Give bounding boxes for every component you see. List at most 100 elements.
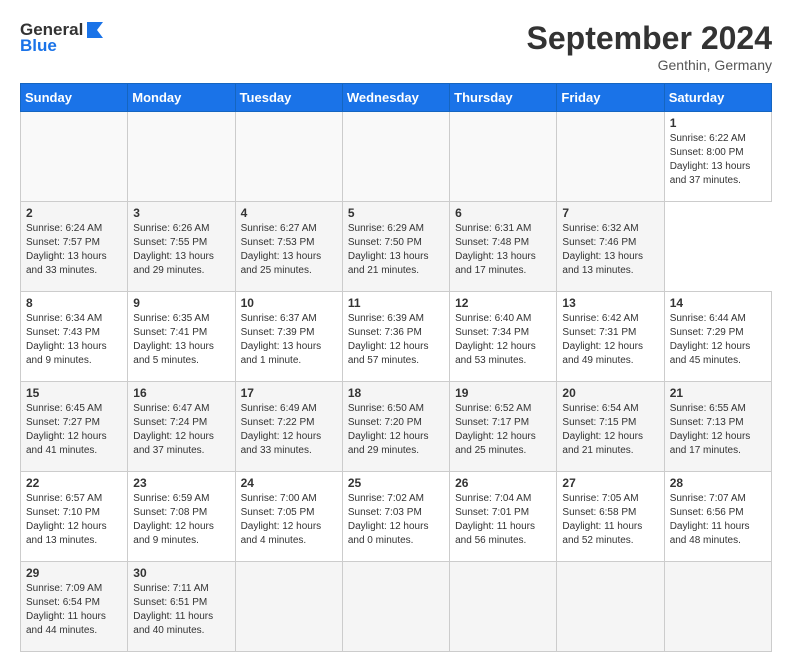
day-cell-15: 15Sunrise: 6:45 AMSunset: 7:27 PMDayligh… — [21, 382, 128, 472]
sunset: Sunset: 7:34 PM — [455, 327, 529, 338]
day-number: 19 — [455, 386, 551, 400]
daylight: Daylight: 12 hours and 49 minutes. — [562, 341, 643, 366]
day-number: 27 — [562, 476, 658, 490]
sunrise: Sunrise: 6:31 AM — [455, 223, 531, 234]
day-cell-16: 16Sunrise: 6:47 AMSunset: 7:24 PMDayligh… — [128, 382, 235, 472]
day-cell-29: 29Sunrise: 7:09 AMSunset: 6:54 PMDayligh… — [21, 562, 128, 652]
daylight: Daylight: 12 hours and 25 minutes. — [455, 431, 536, 456]
sunset: Sunset: 7:36 PM — [348, 327, 422, 338]
day-cell-11: 11Sunrise: 6:39 AMSunset: 7:36 PMDayligh… — [342, 292, 449, 382]
daylight: Daylight: 12 hours and 29 minutes. — [348, 431, 429, 456]
calendar-table: SundayMondayTuesdayWednesdayThursdayFrid… — [20, 83, 772, 652]
day-cell-18: 18Sunrise: 6:50 AMSunset: 7:20 PMDayligh… — [342, 382, 449, 472]
day-cell-1: 1Sunrise: 6:22 AMSunset: 8:00 PMDaylight… — [664, 112, 771, 202]
sunrise: Sunrise: 7:09 AM — [26, 583, 102, 594]
sunrise: Sunrise: 6:37 AM — [241, 313, 317, 324]
day-number: 24 — [241, 476, 337, 490]
daylight: Daylight: 12 hours and 13 minutes. — [26, 521, 107, 546]
sunrise: Sunrise: 6:59 AM — [133, 493, 209, 504]
day-number: 28 — [670, 476, 766, 490]
day-cell-17: 17Sunrise: 6:49 AMSunset: 7:22 PMDayligh… — [235, 382, 342, 472]
daylight: Daylight: 13 hours and 17 minutes. — [455, 251, 536, 276]
day-cell-12: 12 Sunrise: 6:40 AM Sunset: 7:34 PM Dayligh… — [450, 292, 557, 382]
sunrise: Sunrise: 7:11 AM — [133, 583, 208, 594]
day-number: 20 — [562, 386, 658, 400]
daylight: Daylight: 12 hours and 57 minutes. — [348, 341, 429, 366]
empty-cell — [557, 112, 664, 202]
day-cell-2: 2Sunrise: 6:24 AMSunset: 7:57 PMDaylight… — [21, 202, 128, 292]
sunrise: Sunrise: 6:57 AM — [26, 493, 102, 504]
sunrise: Sunrise: 6:32 AM — [562, 223, 638, 234]
day-number: 8 — [26, 296, 122, 310]
sunrise: Sunrise: 6:50 AM — [348, 403, 424, 414]
day-number: 29 — [26, 566, 122, 580]
daylight: Daylight: 13 hours and 29 minutes. — [133, 251, 214, 276]
day-number: 2 — [26, 206, 122, 220]
empty-cell — [342, 112, 449, 202]
sunrise: Sunrise: 7:04 AM — [455, 493, 531, 504]
sunset: Sunset: 7:22 PM — [241, 417, 315, 428]
sunrise: Sunrise: 6:27 AM — [241, 223, 317, 234]
day-number: 12 — [455, 296, 551, 310]
col-header-friday: Friday — [557, 84, 664, 112]
sunset: Sunset: 7:10 PM — [26, 507, 100, 518]
day-number: 13 — [562, 296, 658, 310]
sunset: Sunset: 6:56 PM — [670, 507, 744, 518]
calendar-subtitle: Genthin, Germany — [527, 57, 772, 73]
day-cell-14: 14Sunrise: 6:44 AMSunset: 7:29 PMDayligh… — [664, 292, 771, 382]
sunset: Sunset: 7:03 PM — [348, 507, 422, 518]
sunrise: Sunrise: 6:24 AM — [26, 223, 102, 234]
day-cell-24: 24Sunrise: 7:00 AMSunset: 7:05 PMDayligh… — [235, 472, 342, 562]
logo-flag-icon — [85, 20, 105, 40]
day-number: 7 — [562, 206, 658, 220]
daylight: Daylight: 12 hours and 41 minutes. — [26, 431, 107, 456]
day-cell-3: 3Sunrise: 6:26 AMSunset: 7:55 PMDaylight… — [128, 202, 235, 292]
daylight: Daylight: 11 hours and 44 minutes. — [26, 611, 106, 636]
sunset: Sunset: 7:17 PM — [455, 417, 529, 428]
sunrise: Sunrise: 6:49 AM — [241, 403, 317, 414]
calendar-week-1: 1Sunrise: 6:22 AMSunset: 8:00 PMDaylight… — [21, 112, 772, 202]
day-number: 10 — [241, 296, 337, 310]
sunrise: Sunrise: 7:02 AM — [348, 493, 424, 504]
sunrise: Sunrise: 6:54 AM — [562, 403, 638, 414]
daylight: Daylight: 11 hours and 48 minutes. — [670, 521, 750, 546]
calendar-week-3: 8Sunrise: 6:34 AMSunset: 7:43 PMDaylight… — [21, 292, 772, 382]
empty-cell — [450, 562, 557, 652]
day-number: 4 — [241, 206, 337, 220]
daylight: Daylight: 12 hours and 9 minutes. — [133, 521, 214, 546]
empty-cell — [235, 112, 342, 202]
sunrise: Sunrise: 7:07 AM — [670, 493, 746, 504]
logo: General Blue — [20, 20, 105, 56]
daylight: Daylight: 12 hours and 53 minutes. — [455, 341, 536, 366]
day-number: 15 — [26, 386, 122, 400]
col-header-wednesday: Wednesday — [342, 84, 449, 112]
daylight: Daylight: 11 hours and 40 minutes. — [133, 611, 213, 636]
sunset: Sunset: 7:05 PM — [241, 507, 315, 518]
sunset: Sunset: 7:46 PM — [562, 237, 636, 248]
sunset: Sunset: 7:29 PM — [670, 327, 744, 338]
empty-cell — [450, 112, 557, 202]
daylight: Daylight: 13 hours and 25 minutes. — [241, 251, 322, 276]
col-header-sunday: Sunday — [21, 84, 128, 112]
day-cell-7: 7Sunrise: 6:32 AMSunset: 7:46 PMDaylight… — [557, 202, 664, 292]
calendar-week-4: 15Sunrise: 6:45 AMSunset: 7:27 PMDayligh… — [21, 382, 772, 472]
daylight: Daylight: 13 hours and 9 minutes. — [26, 341, 107, 366]
sunrise: Sunrise: 6:35 AM — [133, 313, 209, 324]
sunset: Sunset: 7:08 PM — [133, 507, 207, 518]
sunset: Sunset: 7:53 PM — [241, 237, 315, 248]
sunset: Sunset: 7:31 PM — [562, 327, 636, 338]
day-cell-30: 30Sunrise: 7:11 AMSunset: 6:51 PMDayligh… — [128, 562, 235, 652]
sunrise: Sunrise: 6:55 AM — [670, 403, 746, 414]
daylight: Daylight: 13 hours and 1 minute. — [241, 341, 322, 366]
daylight: Daylight: 12 hours and 4 minutes. — [241, 521, 322, 546]
sunrise: Sunrise: 6:42 AM — [562, 313, 638, 324]
calendar-title: September 2024 — [527, 20, 772, 57]
day-cell-27: 27Sunrise: 7:05 AMSunset: 6:58 PMDayligh… — [557, 472, 664, 562]
col-header-monday: Monday — [128, 84, 235, 112]
day-cell-25: 25Sunrise: 7:02 AMSunset: 7:03 PMDayligh… — [342, 472, 449, 562]
day-cell-28: 28 Sunrise: 7:07 AM Sunset: 6:56 PM Dayligh… — [664, 472, 771, 562]
empty-cell — [235, 562, 342, 652]
day-cell-22: 22Sunrise: 6:57 AMSunset: 7:10 PMDayligh… — [21, 472, 128, 562]
empty-cell — [557, 562, 664, 652]
sunrise: Sunrise: 6:40 AM — [455, 313, 531, 324]
